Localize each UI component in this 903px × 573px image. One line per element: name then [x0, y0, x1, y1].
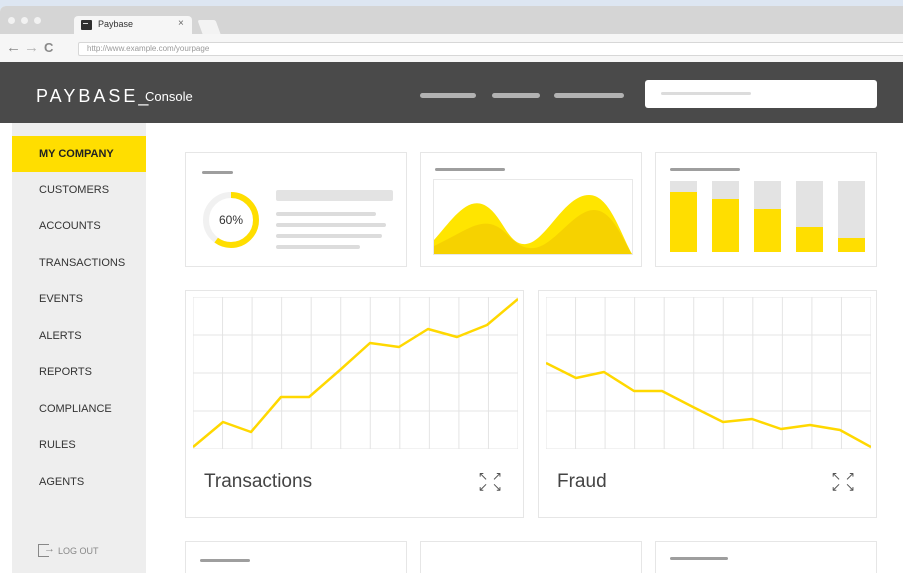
fraud-chart-title: Fraud [557, 471, 607, 492]
bar-track [754, 181, 781, 252]
brand-logo[interactable]: PAYBASE_ [36, 86, 151, 107]
widget-card[interactable] [420, 541, 642, 573]
sidebar-item-label: AGENTS [39, 476, 85, 488]
browser-window: Paybase × ← → C http://www.example.com/y… [0, 6, 903, 573]
logout-label: LOG OUT [58, 546, 99, 556]
url-text: http://www.example.com/yourpage [87, 44, 210, 53]
sidebar-item-label: TRANSACTIONS [39, 257, 126, 269]
tab-title: Paybase [98, 19, 134, 29]
donut-percent-label: 60% [218, 213, 244, 227]
logout-arrow-icon: → [44, 543, 55, 555]
window-close-dot[interactable] [8, 17, 15, 24]
sidebar-item-events[interactable]: EVENTS [12, 281, 146, 317]
text-placeholder [276, 234, 382, 238]
browser-tab-bar: Paybase × [0, 6, 903, 34]
widget-card[interactable] [185, 541, 407, 573]
area-chart [434, 195, 632, 254]
transactions-line-chart [193, 297, 518, 449]
transactions-chart-title: Transactions [204, 471, 313, 492]
bar-fill [754, 209, 781, 252]
app-header: PAYBASE_ Console [0, 62, 903, 123]
fraud-chart-card[interactable]: Fraud ↖↗ ↙↘ [538, 290, 877, 518]
bar-fill [670, 192, 697, 252]
fraud-line [546, 361, 871, 449]
nav-item-3[interactable] [554, 93, 624, 98]
bar-fill [838, 238, 865, 252]
widget-title-placeholder [200, 559, 250, 562]
sidebar-item-label: CUSTOMERS [39, 184, 110, 196]
browser-tab[interactable]: Paybase × [74, 16, 192, 34]
bar-fill [712, 199, 739, 252]
search-placeholder [661, 92, 751, 95]
search-input[interactable] [645, 80, 877, 108]
terminal-icon [81, 20, 92, 30]
text-placeholder [276, 212, 376, 216]
area-widget-card[interactable] [420, 152, 642, 267]
sidebar-item-compliance[interactable]: COMPLIANCE [12, 391, 146, 427]
sidebar-item-agents[interactable]: AGENTS [12, 464, 146, 500]
browser-address-bar: ← → C http://www.example.com/yourpage [0, 34, 903, 63]
tab-close-icon[interactable]: × [178, 18, 184, 29]
sidebar-item-alerts[interactable]: ALERTS [12, 318, 146, 354]
sidebar-item-label: REPORTS [39, 366, 92, 378]
widget-title-placeholder [670, 168, 740, 171]
nav-item-1[interactable] [420, 93, 476, 98]
expand-icon[interactable]: ↖↗ ↙↘ [831, 470, 859, 493]
widget-title-placeholder [202, 171, 233, 174]
reload-icon[interactable]: C [44, 40, 53, 55]
sidebar-item-label: RULES [39, 439, 76, 451]
bar-fill [796, 227, 823, 252]
sidebar-item-customers[interactable]: CUSTOMERS [12, 172, 146, 208]
fraud-line-chart [546, 297, 871, 449]
sidebar-item-reports[interactable]: REPORTS [12, 354, 146, 390]
bar-widget-card[interactable] [655, 152, 877, 267]
sidebar-item-label: COMPLIANCE [39, 403, 112, 415]
bar-track [670, 181, 697, 252]
brand-subtitle: Console [145, 89, 193, 104]
window-maximize-dot[interactable] [34, 17, 41, 24]
url-input[interactable]: http://www.example.com/yourpage [78, 42, 903, 56]
back-icon[interactable]: ← [6, 39, 21, 56]
new-tab-button[interactable] [197, 20, 221, 34]
nav-item-2[interactable] [492, 93, 540, 98]
window-minimize-dot[interactable] [21, 17, 28, 24]
sidebar: MY COMPANY CUSTOMERS ACCOUNTS TRANSACTIO… [12, 123, 146, 573]
text-placeholder [276, 190, 393, 201]
expand-icon[interactable]: ↖↗ ↙↘ [478, 470, 506, 493]
text-placeholder [276, 223, 386, 227]
sidebar-item-my-company[interactable]: MY COMPANY [12, 136, 146, 172]
progress-widget-card[interactable]: 60% [185, 152, 407, 267]
forward-icon[interactable]: → [24, 39, 39, 56]
widget-card[interactable] [655, 541, 877, 573]
sidebar-item-label: EVENTS [39, 293, 84, 305]
transactions-chart-card[interactable]: Transactions ↖↗ ↙↘ [185, 290, 524, 518]
area-chart-frame [433, 179, 633, 255]
bar-track [796, 181, 823, 252]
sidebar-item-label: ALERTS [39, 330, 82, 342]
widget-title-placeholder [670, 557, 728, 560]
sidebar-item-rules[interactable]: RULES [12, 427, 146, 463]
widget-title-placeholder [435, 168, 505, 171]
text-placeholder [276, 245, 360, 249]
bar-track [712, 181, 739, 252]
sidebar-item-transactions[interactable]: TRANSACTIONS [12, 245, 146, 281]
bar-track [838, 181, 865, 252]
sidebar-item-accounts[interactable]: ACCOUNTS [12, 208, 146, 244]
sidebar-item-label: MY COMPANY [39, 148, 114, 160]
sidebar-item-label: ACCOUNTS [39, 220, 101, 232]
